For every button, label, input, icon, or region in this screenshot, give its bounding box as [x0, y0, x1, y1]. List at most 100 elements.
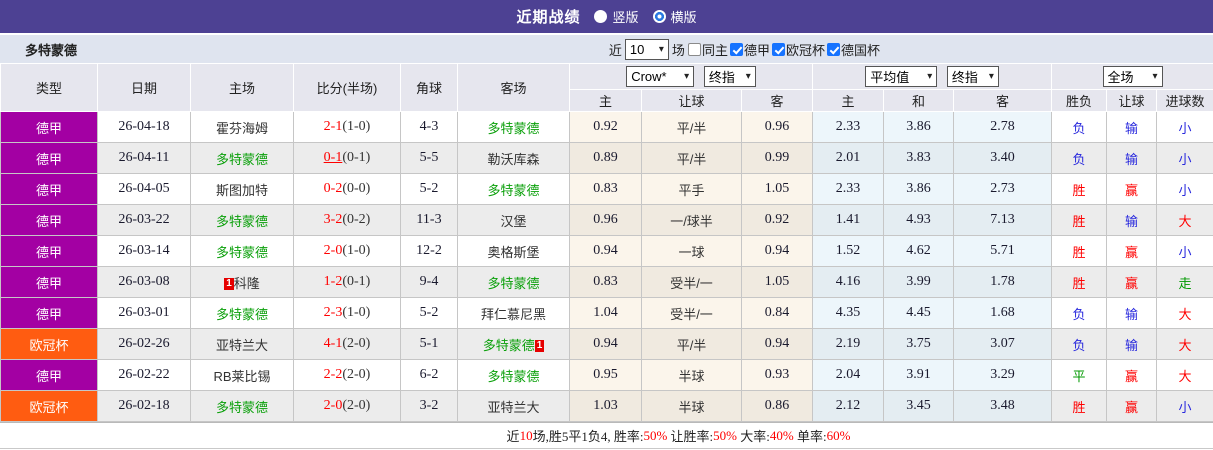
col-header-score: 比分(半场) — [293, 63, 401, 112]
home-team[interactable]: 多特蒙德 — [190, 204, 294, 236]
away-team[interactable]: 多特蒙德 — [457, 359, 570, 391]
home-team-name[interactable]: 斯图加特 — [216, 183, 268, 198]
filter-欧冠杯[interactable]: 欧冠杯 — [771, 40, 825, 59]
home-team-name[interactable]: 多特蒙德 — [216, 152, 268, 167]
score-cell[interactable]: 0-2(0-0) — [293, 173, 401, 205]
checked-checkbox-icon[interactable] — [826, 42, 840, 56]
away-team-name[interactable]: 拜仁慕尼黑 — [481, 307, 546, 322]
filter-同主[interactable]: 同主 — [687, 40, 728, 59]
score-cell[interactable]: 4-1(2-0) — [293, 328, 401, 360]
score-cell[interactable]: 2-0(2-0) — [293, 390, 401, 422]
radio-horizontal-layout[interactable]: 横版 — [652, 7, 697, 26]
summary-text-segment: 60% — [826, 427, 851, 443]
away-team[interactable]: 拜仁慕尼黑 — [457, 297, 570, 329]
result-handicap: 赢 — [1106, 359, 1158, 391]
euro-stage-select[interactable]: 终指 ▾ — [946, 66, 999, 87]
result-wdl: 胜 — [1051, 204, 1108, 236]
recent-count-select[interactable]: 10 ▾ — [624, 38, 669, 60]
league-badge: 德甲 — [0, 173, 98, 205]
home-team[interactable]: 多特蒙德 — [190, 142, 294, 174]
team-name: 多特蒙德 — [25, 42, 78, 58]
away-team-name[interactable]: 多特蒙德 — [483, 338, 535, 353]
away-team[interactable]: 多特蒙德 — [457, 266, 570, 298]
recent-label: 近 — [608, 42, 622, 58]
away-team-name[interactable]: 多特蒙德 — [487, 121, 539, 136]
home-team[interactable]: 亚特兰大 — [190, 328, 294, 360]
home-team-name[interactable]: 霍芬海姆 — [216, 121, 268, 136]
home-team-name[interactable]: 亚特兰大 — [216, 338, 268, 353]
radio-vertical-layout[interactable]: 竖版 — [594, 7, 639, 26]
home-team[interactable]: 多特蒙德 — [190, 235, 294, 267]
chevron-down-icon: ▾ — [927, 71, 933, 82]
away-team[interactable]: 多特蒙德 1 — [457, 328, 570, 360]
asian-home-odds: 0.95 — [569, 359, 642, 391]
summary-text-segment: 让胜率: — [667, 429, 714, 444]
filter-德国杯[interactable]: 德国杯 — [826, 40, 880, 59]
chevron-down-icon: ▾ — [658, 43, 664, 55]
home-team[interactable]: 多特蒙德 — [190, 297, 294, 329]
away-team-name[interactable]: 多特蒙德 — [487, 369, 539, 384]
result-handicap: 赢 — [1106, 266, 1158, 298]
away-team[interactable]: 勒沃库森 — [457, 142, 570, 174]
red-card-icon: 1 — [534, 339, 545, 352]
home-team[interactable]: 霍芬海姆 — [190, 111, 294, 143]
home-team[interactable]: 1 科隆 — [190, 266, 294, 298]
asian-odds-selects: Crow* ▾ 终指 ▾ — [568, 63, 814, 90]
asian-handicap: 受半/一 — [641, 266, 742, 298]
league-badge: 德甲 — [0, 235, 98, 267]
corner-score: 5-2 — [400, 297, 458, 329]
asian-company-select[interactable]: Crow* ▾ — [626, 66, 695, 87]
asian-home-odds: 1.04 — [569, 297, 642, 329]
result-scope-select[interactable]: 全场 ▾ — [1102, 66, 1163, 87]
radio-horizontal-label: 横版 — [670, 10, 697, 25]
result-wdl: 负 — [1051, 142, 1108, 174]
asian-away-odds: 1.05 — [740, 173, 814, 205]
radio-button-icon[interactable] — [652, 10, 666, 23]
away-team[interactable]: 汉堡 — [457, 204, 570, 236]
checked-checkbox-icon[interactable] — [771, 42, 785, 56]
away-team[interactable]: 多特蒙德 — [457, 111, 570, 143]
result-goals: 大 — [1156, 204, 1213, 236]
away-team-name[interactable]: 奥格斯堡 — [487, 245, 539, 260]
away-team-name[interactable]: 多特蒙德 — [487, 276, 539, 291]
away-team-name[interactable]: 勒沃库森 — [487, 152, 539, 167]
score-cell[interactable]: 2-2(2-0) — [293, 359, 401, 391]
score-cell[interactable]: 1-2(0-1) — [293, 266, 401, 298]
euro-company-select[interactable]: 平均值 ▾ — [865, 66, 938, 87]
unchecked-checkbox-icon[interactable] — [687, 42, 701, 56]
match-date: 26-02-18 — [97, 390, 191, 422]
away-team-name[interactable]: 汉堡 — [500, 214, 526, 229]
euro-draw-odds: 4.62 — [883, 235, 955, 267]
score-cell[interactable]: 3-2(0-2) — [293, 204, 401, 236]
home-team[interactable]: RB莱比锡 — [190, 359, 294, 391]
away-team[interactable]: 奥格斯堡 — [457, 235, 570, 267]
score-cell[interactable]: 2-1(1-0) — [293, 111, 401, 143]
radio-button-icon[interactable] — [594, 10, 608, 23]
league-badge: 德甲 — [0, 204, 98, 236]
home-team-name[interactable]: 多特蒙德 — [216, 214, 268, 229]
asian-away-odds: 1.05 — [740, 266, 814, 298]
results-body: 德甲 26-04-18 霍芬海姆 2-1(1-0) 4-3 多特蒙德 0.92 … — [0, 111, 1213, 422]
euro-away-odds: 3.48 — [953, 390, 1053, 422]
asian-handicap: 受半/一 — [641, 297, 742, 329]
away-team[interactable]: 多特蒙德 — [457, 173, 570, 205]
score-cell[interactable]: 0-1(0-1) — [293, 142, 401, 174]
home-team-name[interactable]: 科隆 — [234, 276, 260, 291]
home-team-name[interactable]: RB莱比锡 — [213, 369, 270, 384]
away-team-name[interactable]: 多特蒙德 — [487, 183, 539, 198]
home-team[interactable]: 斯图加特 — [190, 173, 294, 205]
home-team-name[interactable]: 多特蒙德 — [216, 307, 268, 322]
home-team[interactable]: 多特蒙德 — [190, 390, 294, 422]
away-team-name[interactable]: 亚特兰大 — [487, 400, 539, 415]
result-handicap: 赢 — [1106, 235, 1158, 267]
result-handicap: 输 — [1106, 142, 1158, 174]
home-team-name[interactable]: 多特蒙德 — [216, 400, 268, 415]
asian-stage-select[interactable]: 终指 ▾ — [703, 66, 756, 87]
league-badge: 欧冠杯 — [0, 328, 98, 360]
away-team[interactable]: 亚特兰大 — [457, 390, 570, 422]
checked-checkbox-icon[interactable] — [729, 42, 743, 56]
home-team-name[interactable]: 多特蒙德 — [216, 245, 268, 260]
score-cell[interactable]: 2-3(1-0) — [293, 297, 401, 329]
filter-德甲[interactable]: 德甲 — [729, 40, 770, 59]
score-cell[interactable]: 2-0(1-0) — [293, 235, 401, 267]
